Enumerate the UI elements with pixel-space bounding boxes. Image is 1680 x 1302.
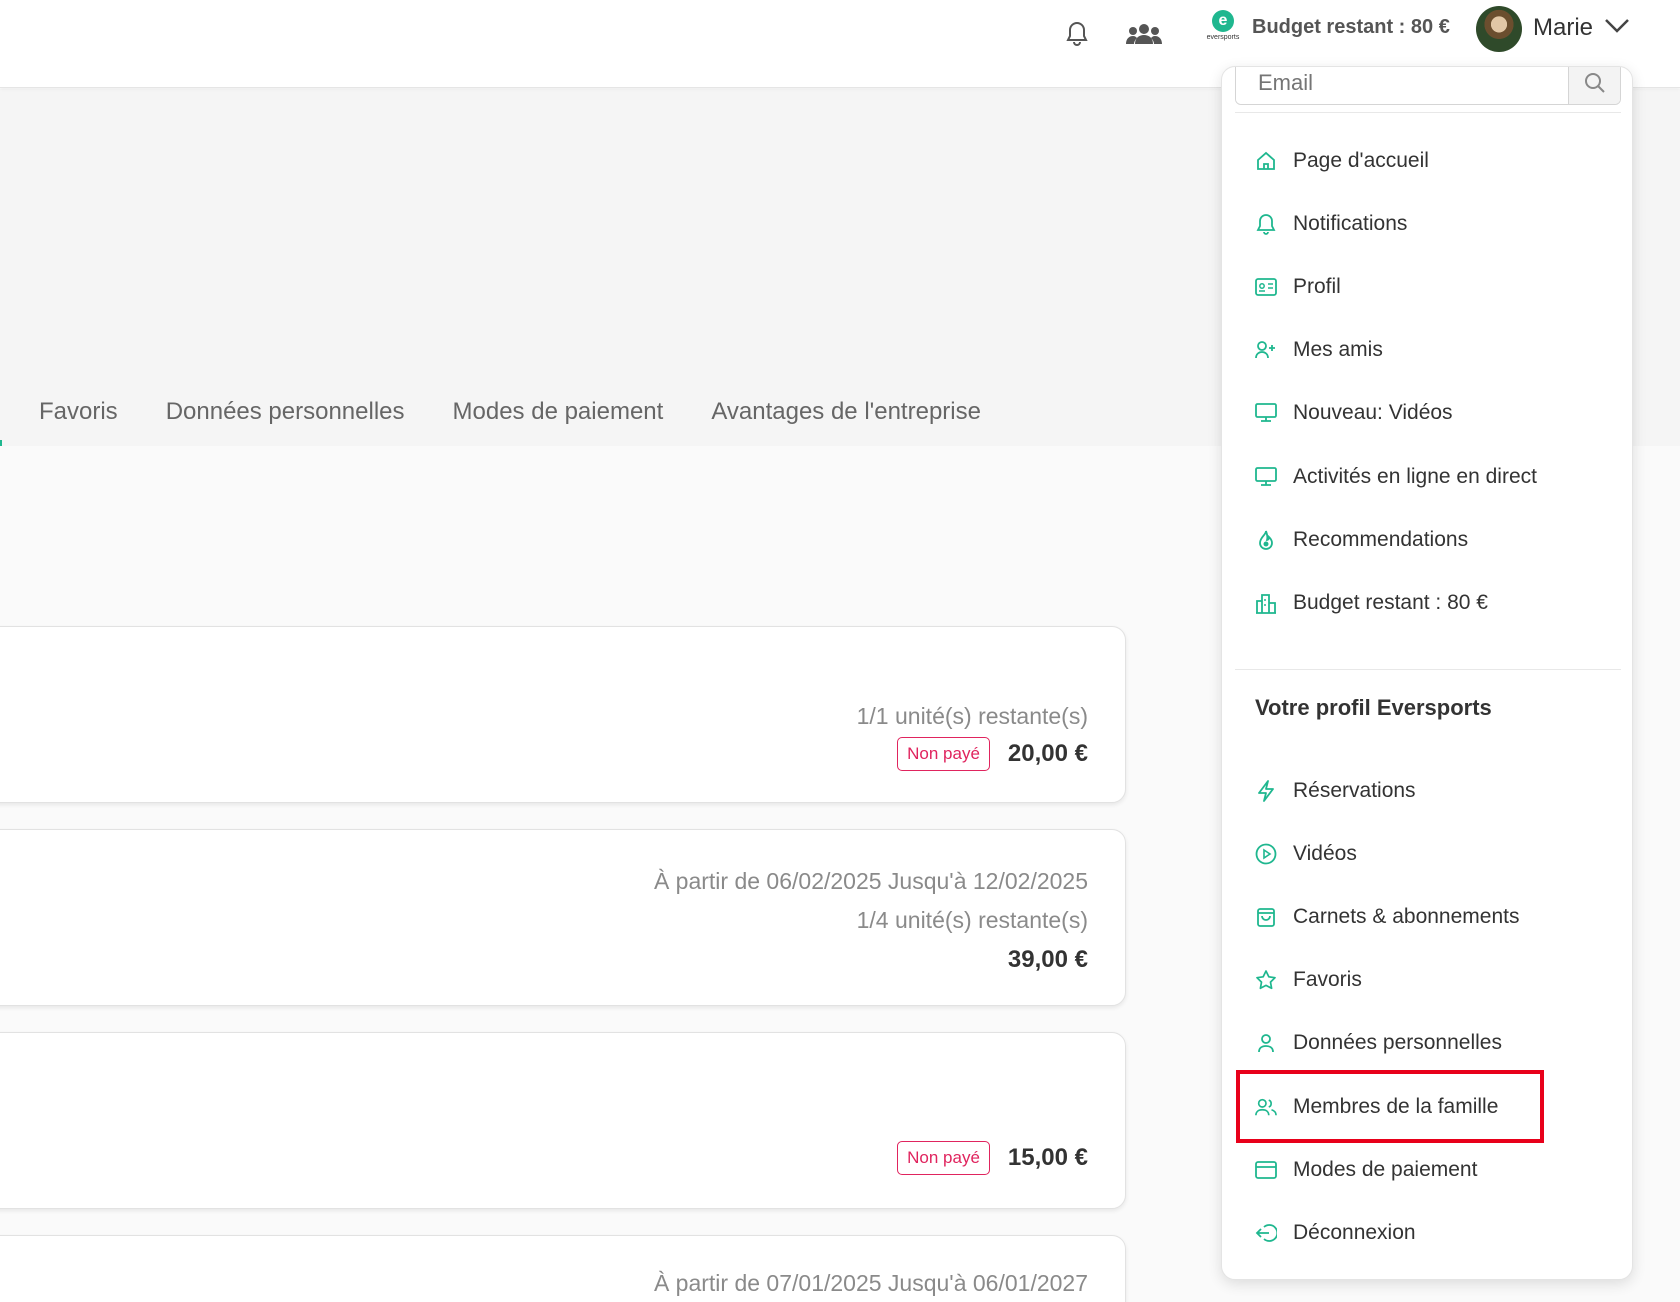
menu-item-reservations[interactable]: Réservations bbox=[1255, 768, 1416, 814]
menu-item-label: Réservations bbox=[1293, 779, 1416, 802]
shopping-bag-icon bbox=[1255, 906, 1277, 928]
units-remaining: 1/4 unité(s) restante(s) bbox=[856, 907, 1088, 933]
profile-tabs: Favoris Données personnelles Modes de pa… bbox=[0, 390, 1029, 446]
credit-card-icon bbox=[1255, 1159, 1277, 1181]
monitor-icon bbox=[1255, 466, 1277, 488]
menu-item-label: Profil bbox=[1293, 275, 1341, 298]
tab-favoris[interactable]: Favoris bbox=[39, 390, 118, 446]
price: 20,00 € bbox=[1007, 740, 1088, 767]
section-title: Votre profil Eversports bbox=[1255, 695, 1492, 720]
flame-icon bbox=[1255, 529, 1277, 551]
bell-icon[interactable] bbox=[1055, 12, 1099, 56]
home-icon bbox=[1255, 150, 1277, 172]
product-card[interactable]: À partir de 06/02/2025 Jusqu'à 12/02/202… bbox=[0, 829, 1126, 1006]
menu-item-logout[interactable]: Déconnexion bbox=[1255, 1210, 1416, 1256]
email-search bbox=[1235, 67, 1621, 105]
menu-item-label: Nouveau: Vidéos bbox=[1293, 401, 1453, 424]
avatar[interactable] bbox=[1476, 6, 1522, 52]
price: 39,00 € bbox=[1007, 946, 1088, 973]
family-icon bbox=[1255, 1096, 1277, 1118]
menu-item-label: Page d'accueil bbox=[1293, 149, 1429, 172]
price-line: Non payé 15,00 € bbox=[897, 1141, 1088, 1175]
menu-item-label: Notifications bbox=[1293, 212, 1408, 235]
email-search-input[interactable] bbox=[1236, 67, 1568, 104]
bell-icon bbox=[1255, 213, 1277, 235]
eversports-wordmark: eversports bbox=[1206, 34, 1240, 41]
add-friend-icon bbox=[1255, 339, 1277, 361]
product-card[interactable]: À partir de 07/01/2025 Jusqu'à 06/01/202… bbox=[0, 1235, 1126, 1302]
person-icon bbox=[1255, 1032, 1277, 1054]
play-circle-icon bbox=[1255, 843, 1277, 865]
user-dropdown-menu: Page d'accueil Notifications Profil Mes … bbox=[1221, 66, 1633, 1280]
tab-modes-de-paiement[interactable]: Modes de paiement bbox=[453, 390, 664, 446]
tab-avantages-entreprise[interactable]: Avantages de l'entreprise bbox=[711, 390, 981, 446]
menu-item-videos[interactable]: Vidéos bbox=[1255, 831, 1357, 877]
buildings-icon bbox=[1255, 592, 1277, 614]
divider bbox=[1235, 112, 1621, 113]
menu-item-label: Déconnexion bbox=[1293, 1221, 1416, 1244]
menu-item-notifications[interactable]: Notifications bbox=[1255, 201, 1407, 247]
menu-item-label: Membres de la famille bbox=[1293, 1095, 1499, 1118]
validity-period: À partir de 07/01/2025 Jusqu'à 06/01/202… bbox=[653, 1270, 1088, 1296]
menu-item-home[interactable]: Page d'accueil bbox=[1255, 138, 1429, 184]
tab-donnees-personnelles[interactable]: Données personnelles bbox=[166, 390, 405, 446]
product-card[interactable]: Non payé 15,00 € bbox=[0, 1032, 1126, 1209]
validity-period: À partir de 06/02/2025 Jusqu'à 12/02/202… bbox=[653, 868, 1088, 894]
lightning-icon bbox=[1255, 780, 1277, 802]
menu-item-label: Carnets & abonnements bbox=[1293, 905, 1520, 928]
user-name[interactable]: Marie bbox=[1533, 14, 1593, 42]
menu-item-personal-data[interactable]: Données personnelles bbox=[1255, 1020, 1502, 1066]
menu-item-label: Favoris bbox=[1293, 968, 1362, 991]
menu-item-profile[interactable]: Profil bbox=[1255, 264, 1341, 310]
units-remaining: 1/1 unité(s) restante(s) bbox=[856, 703, 1088, 729]
menu-item-passes[interactable]: Carnets & abonnements bbox=[1255, 894, 1519, 940]
eversports-logo-mark: e bbox=[1212, 10, 1234, 32]
menu-item-payment-methods[interactable]: Modes de paiement bbox=[1255, 1147, 1477, 1193]
menu-item-budget[interactable]: Budget restant : 80 € bbox=[1255, 580, 1488, 626]
menu-item-live-activities[interactable]: Activités en ligne en direct bbox=[1255, 454, 1537, 500]
header-budget[interactable]: Budget restant : 80 € bbox=[1252, 16, 1450, 39]
product-card[interactable]: 1/1 unité(s) restante(s) Non payé 20,00 … bbox=[0, 626, 1126, 803]
eversports-logo[interactable]: e eversports bbox=[1203, 10, 1243, 50]
menu-item-recommendations[interactable]: Recommendations bbox=[1255, 517, 1468, 563]
divider bbox=[1235, 669, 1621, 670]
menu-item-label: Activités en ligne en direct bbox=[1293, 465, 1537, 488]
menu-item-label: Budget restant : 80 € bbox=[1293, 591, 1488, 614]
menu-item-label: Mes amis bbox=[1293, 338, 1383, 361]
menu-item-favorites[interactable]: Favoris bbox=[1255, 957, 1362, 1003]
search-button[interactable] bbox=[1568, 67, 1620, 104]
price: 15,00 € bbox=[1007, 1144, 1088, 1171]
menu-item-label: Recommendations bbox=[1293, 528, 1469, 551]
star-icon bbox=[1255, 969, 1277, 991]
chevron-down-icon[interactable] bbox=[1604, 18, 1630, 38]
menu-item-label: Modes de paiement bbox=[1293, 1158, 1478, 1181]
logout-icon bbox=[1255, 1222, 1277, 1244]
menu-item-videos-new[interactable]: Nouveau: Vidéos bbox=[1255, 390, 1453, 436]
price-line: Non payé 20,00 € bbox=[897, 737, 1088, 771]
menu-item-family-members[interactable]: Membres de la famille bbox=[1255, 1084, 1498, 1130]
unpaid-badge: Non payé bbox=[897, 1141, 990, 1175]
group-icon[interactable] bbox=[1122, 12, 1166, 56]
id-card-icon bbox=[1255, 276, 1277, 298]
unpaid-badge: Non payé bbox=[897, 737, 990, 771]
search-icon bbox=[1584, 73, 1605, 93]
menu-item-friends[interactable]: Mes amis bbox=[1255, 327, 1383, 373]
menu-item-label: Vidéos bbox=[1293, 842, 1357, 865]
monitor-icon bbox=[1255, 402, 1277, 424]
menu-item-label: Données personnelles bbox=[1293, 1031, 1502, 1054]
